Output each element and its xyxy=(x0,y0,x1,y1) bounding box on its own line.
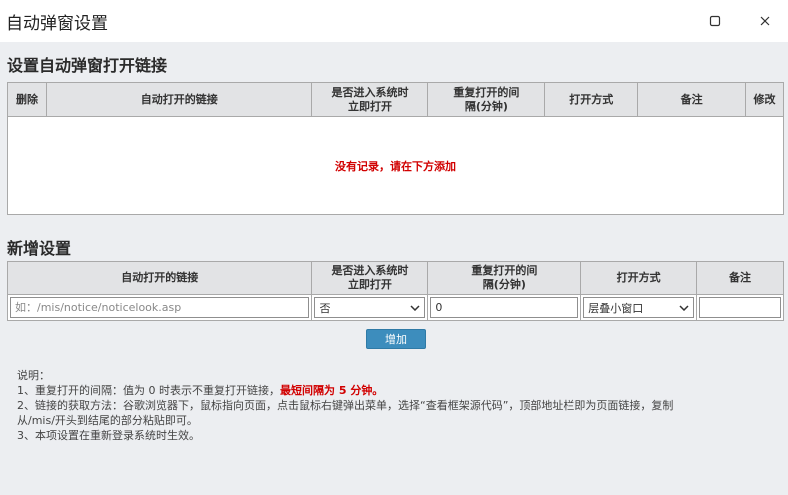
col-header-link: 自动打开的链接 xyxy=(6,261,313,295)
open-mode-select[interactable]: 层叠小窗口 xyxy=(583,297,695,318)
col-header-immediate: 是否进入系统时立即打开 xyxy=(311,82,429,117)
input-row: 否 层叠小窗口 xyxy=(6,294,784,321)
open-mode-select-value: 层叠小窗口 xyxy=(588,301,644,315)
interval-input[interactable] xyxy=(430,297,579,318)
notes-heading: 说明： xyxy=(17,369,50,382)
existing-links-table: 删除 自动打开的链接 是否进入系统时立即打开 重复打开的间隔(分钟) 打开方式 … xyxy=(7,82,784,215)
chevron-down-icon xyxy=(679,304,689,311)
title-bar: 自动弹窗设置 xyxy=(0,0,788,42)
dialog-content: 设置自动弹窗打开链接 删除 自动打开的链接 是否进入系统时立即打开 重复打开的间… xyxy=(0,42,788,495)
col-header-interval: 重复打开的间隔(分钟) xyxy=(427,82,546,117)
close-icon xyxy=(760,16,770,26)
chevron-down-icon xyxy=(410,304,420,311)
note-line-1: 1、重复打开的间隔：值为 0 时表示不重复打开链接，最短间隔为 5 分钟。 xyxy=(17,384,384,397)
note-line-2b: 从/mis/开头到结尾的部分粘贴即可。 xyxy=(17,414,198,427)
remark-input[interactable] xyxy=(699,297,781,318)
note-line-2a: 2、链接的获取方法：谷歌浏览器下，鼠标指向页面，点击鼠标右键弹出菜单，选择“查看… xyxy=(17,399,674,412)
note-line-3: 3、本项设置在重新登录系统时生效。 xyxy=(17,429,200,442)
add-button[interactable]: 增加 xyxy=(366,329,426,349)
col-header-interval: 重复打开的间隔(分钟) xyxy=(427,261,582,295)
link-input[interactable] xyxy=(10,297,310,318)
col-header-open-mode: 打开方式 xyxy=(544,82,639,117)
immediate-select[interactable]: 否 xyxy=(314,297,426,318)
col-header-immediate: 是否进入系统时立即打开 xyxy=(311,261,429,295)
window-title: 自动弹窗设置 xyxy=(6,14,108,34)
instructions: 说明： 1、重复打开的间隔：值为 0 时表示不重复打开链接，最短间隔为 5 分钟… xyxy=(17,368,673,443)
section-title-existing: 设置自动弹窗打开链接 xyxy=(7,56,168,75)
table-header-row: 自动打开的链接 是否进入系统时立即打开 重复打开的间隔(分钟) 打开方式 备注 xyxy=(6,261,784,295)
maximize-icon xyxy=(709,15,721,27)
maximize-button[interactable] xyxy=(702,8,728,34)
col-header-remark: 备注 xyxy=(696,261,784,295)
col-header-remark: 备注 xyxy=(637,82,746,117)
col-header-delete: 删除 xyxy=(7,82,47,117)
col-header-edit: 修改 xyxy=(745,82,784,117)
immediate-select-value: 否 xyxy=(319,301,331,315)
col-header-open-mode: 打开方式 xyxy=(580,261,698,295)
new-setting-table: 自动打开的链接 是否进入系统时立即打开 重复打开的间隔(分钟) 打开方式 备注 … xyxy=(6,261,784,321)
note-highlight: 最短间隔为 5 分钟。 xyxy=(280,384,384,397)
col-header-link: 自动打开的链接 xyxy=(45,82,313,117)
table-header-row: 删除 自动打开的链接 是否进入系统时立即打开 重复打开的间隔(分钟) 打开方式 … xyxy=(7,82,784,117)
section-title-new: 新增设置 xyxy=(7,239,72,258)
empty-message: 没有记录，请在下方添加 xyxy=(7,116,784,215)
close-button[interactable] xyxy=(752,8,778,34)
